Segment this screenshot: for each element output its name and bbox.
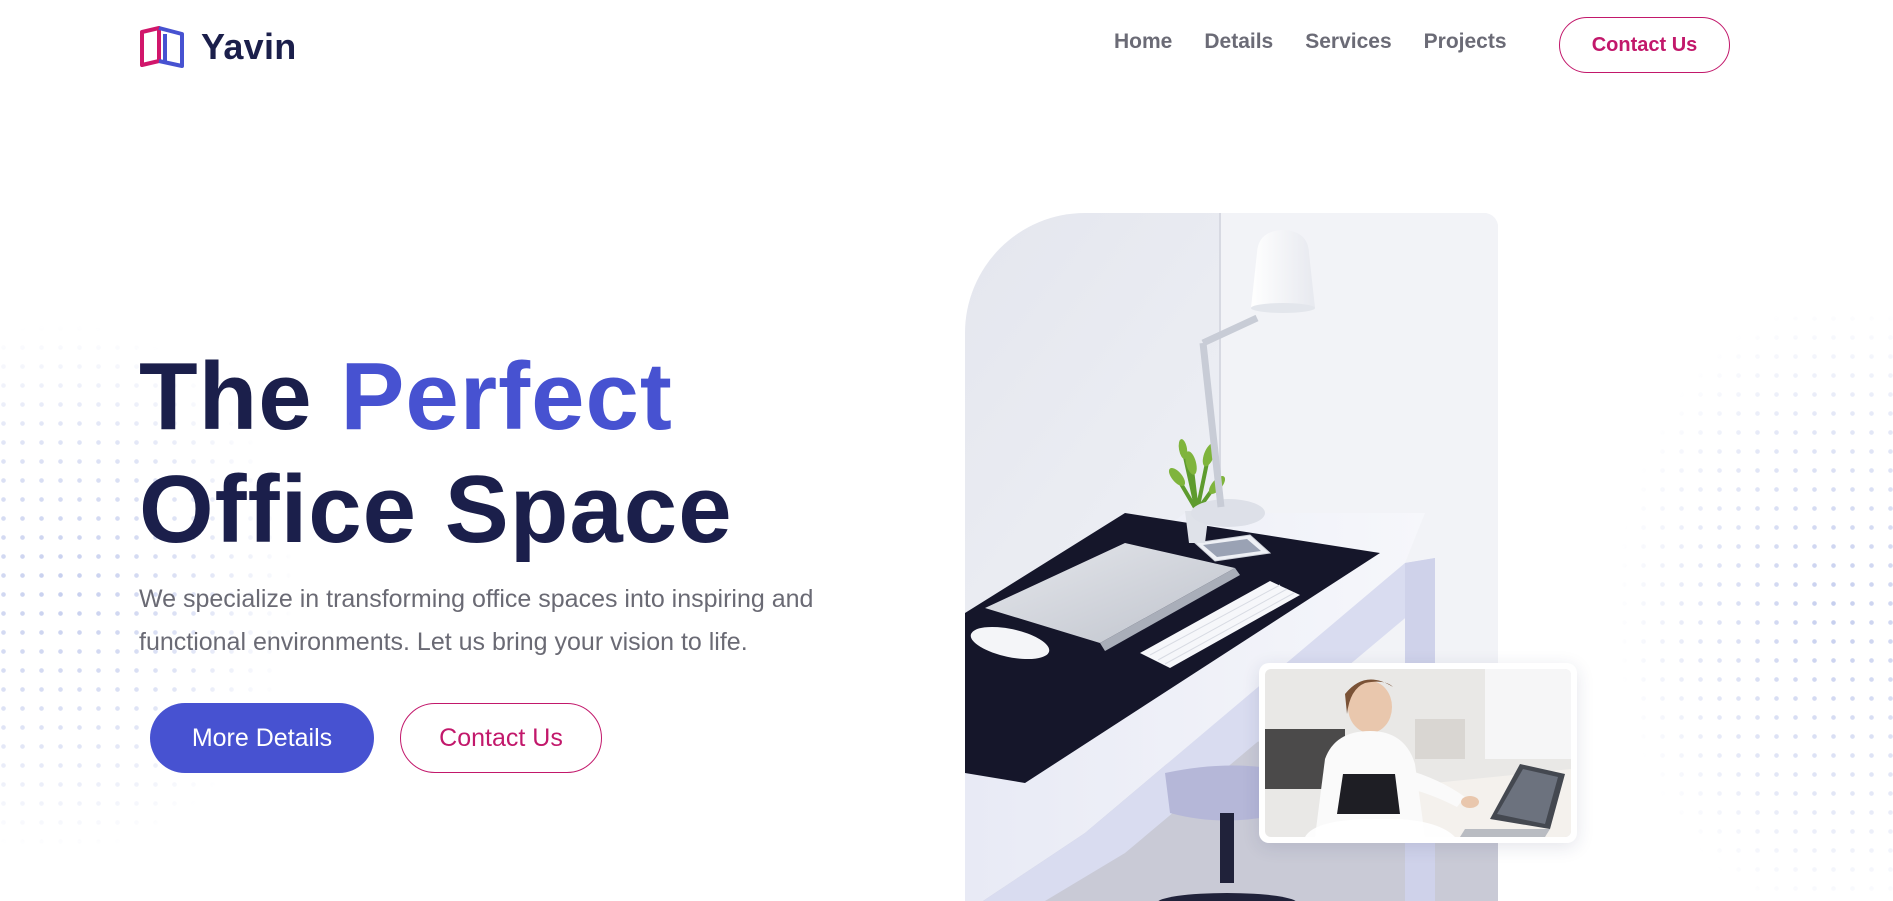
hero-title: The Perfect Office Space bbox=[139, 340, 733, 566]
main-nav: Home Details Services Projects bbox=[1114, 30, 1507, 54]
brand-logo[interactable]: Yavin bbox=[139, 26, 297, 68]
hero-title-word: The bbox=[139, 343, 313, 450]
nav-projects[interactable]: Projects bbox=[1424, 30, 1507, 54]
open-book-icon bbox=[140, 26, 184, 68]
brand-name: Yavin bbox=[201, 26, 297, 67]
nav-details[interactable]: Details bbox=[1204, 30, 1273, 54]
nav-services[interactable]: Services bbox=[1305, 30, 1391, 54]
header-contact-button[interactable]: Contact Us bbox=[1559, 17, 1730, 73]
woman-working-illustration bbox=[1265, 669, 1571, 837]
hero-title-accent: Perfect bbox=[340, 343, 673, 450]
nav-home[interactable]: Home bbox=[1114, 30, 1172, 54]
hero-contact-button[interactable]: Contact Us bbox=[400, 703, 602, 773]
hero-description: We specialize in transforming office spa… bbox=[139, 585, 814, 656]
hero-title-line2: Office Space bbox=[139, 456, 733, 563]
landing-page: Yavin Home Details Services Projects Con… bbox=[0, 0, 1893, 901]
inset-photo-card bbox=[1259, 663, 1577, 843]
woman-working-photo bbox=[1265, 669, 1571, 837]
more-details-button[interactable]: More Details bbox=[150, 703, 374, 773]
